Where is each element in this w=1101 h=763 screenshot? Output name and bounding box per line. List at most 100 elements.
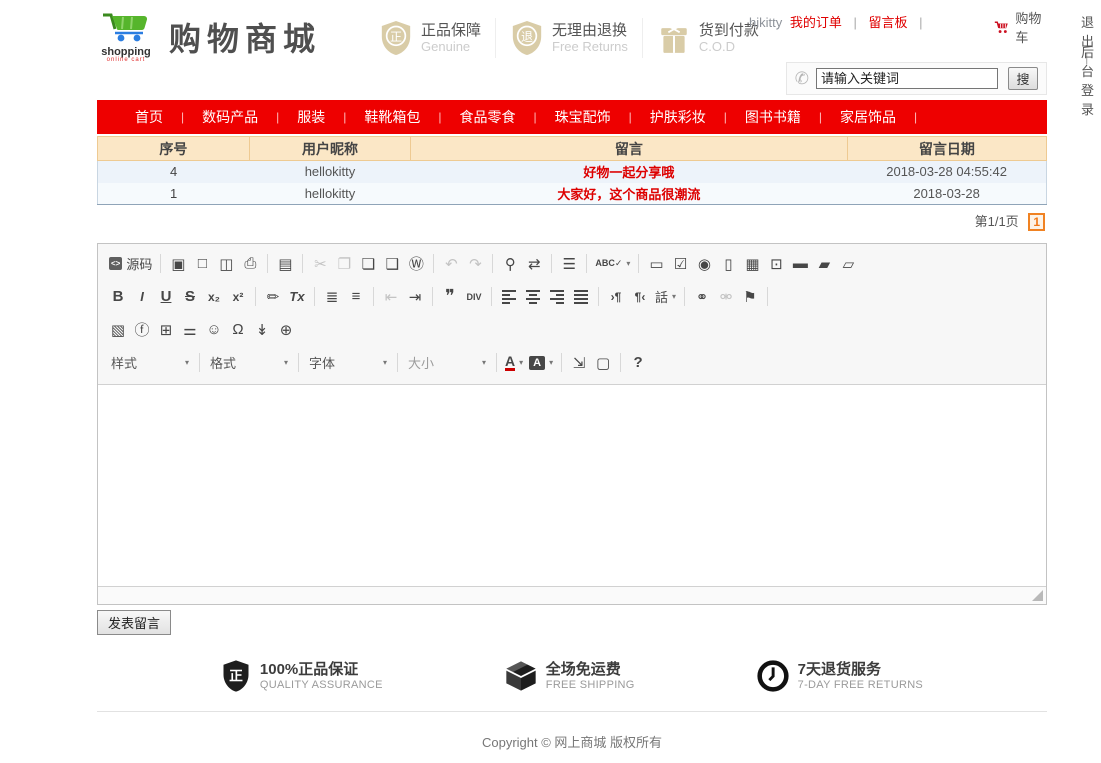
hidden-field-button[interactable]: ▱	[836, 252, 860, 276]
redo-button[interactable]: ↷	[463, 252, 487, 276]
button-field-button[interactable]: ▬	[788, 252, 812, 276]
source-button[interactable]: <> 源码	[106, 252, 155, 276]
div-container-button[interactable]: DIV	[462, 285, 486, 309]
styles-combo[interactable]: 样式 ▾	[106, 352, 194, 374]
format-combo[interactable]: 格式 ▾	[205, 352, 293, 374]
paste-word-button[interactable]: Ⓦ	[404, 252, 428, 276]
image-button-button[interactable]: ▰	[812, 252, 836, 276]
page-break-button[interactable]: ↡	[250, 318, 274, 342]
admin-login-link[interactable]: 后台登录	[1081, 45, 1094, 117]
logo[interactable]: shopping online cart 购物商城	[97, 8, 321, 63]
rich-text-editor: <> 源码 ▣ □ ◫ ⎙ ▤ ✂ ❐ ❏ ❑ Ⓦ ↶ ↷ ⚲ ⇄ ☰ ABC✓…	[97, 243, 1047, 605]
toolbar-separator	[298, 353, 299, 372]
textarea-button[interactable]: ▦	[740, 252, 764, 276]
toolbar-separator	[551, 254, 553, 273]
indent-button[interactable]: ⇥	[403, 285, 427, 309]
editor-content-area[interactable]	[98, 385, 1046, 586]
anchor-button[interactable]: ⚑	[738, 285, 762, 309]
special-char-button[interactable]: Ω	[226, 318, 250, 342]
about-button[interactable]: ?	[626, 351, 650, 375]
replace-button[interactable]: ⇄	[522, 252, 546, 276]
search-input[interactable]	[816, 68, 998, 89]
smiley-button[interactable]: ☺	[202, 318, 226, 342]
font-combo[interactable]: 字体 ▾	[304, 352, 392, 374]
justify-button[interactable]	[569, 285, 593, 309]
text-field-button[interactable]: ▯	[716, 252, 740, 276]
blockquote-button[interactable]: ❞	[438, 285, 462, 309]
text-color-button[interactable]: A ▾	[502, 351, 526, 375]
nav-item-jewelry[interactable]: 珠宝配饰	[555, 107, 611, 127]
flash-button[interactable]: ⓕ	[130, 318, 154, 342]
remove-format-button[interactable]: Tx	[285, 285, 309, 309]
paste-text-icon: ❑	[385, 255, 400, 273]
copy-button[interactable]: ❐	[332, 252, 356, 276]
resize-handle[interactable]	[1032, 590, 1043, 601]
outdent-button[interactable]: ⇤	[379, 285, 403, 309]
image-button[interactable]: ▧	[106, 318, 130, 342]
my-orders-link[interactable]: 我的订单	[790, 15, 842, 30]
toolbar-row-4: 样式 ▾ 格式 ▾ 字体 ▾ 大小 ▾ A ▾ A ▾ ⇲ ▢ ?	[106, 346, 1038, 379]
checkbox-button[interactable]: ☑	[668, 252, 692, 276]
paste-button[interactable]: ❏	[356, 252, 380, 276]
save-button[interactable]: ▣	[166, 252, 190, 276]
copy-formatting-button[interactable]: ✏	[261, 285, 285, 309]
iframe-button[interactable]: ⊕	[274, 318, 298, 342]
submit-message-button[interactable]: 发表留言	[97, 610, 172, 635]
nav-item-cosmetics[interactable]: 护肤彩妆	[650, 107, 706, 127]
size-combo[interactable]: 大小 ▾	[403, 352, 491, 374]
preview-button[interactable]: ◫	[214, 252, 238, 276]
show-blocks-button[interactable]: ▢	[591, 351, 615, 375]
bold-button[interactable]: B	[106, 285, 130, 309]
subscript-button[interactable]: x₂	[202, 285, 226, 309]
nav-item-home-decor[interactable]: 家居饰品	[840, 107, 896, 127]
text-direction-rtl-button[interactable]: ¶‹	[628, 285, 652, 309]
text-direction-ltr-button[interactable]: ›¶	[604, 285, 628, 309]
align-left-button[interactable]	[497, 285, 521, 309]
italic-button[interactable]: I	[130, 285, 154, 309]
spellcheck-button[interactable]: ABC✓ ▾	[592, 252, 633, 276]
find-button[interactable]: ⚲	[498, 252, 522, 276]
toolbar-separator	[199, 353, 200, 372]
cart-link[interactable]: 购物车	[994, 8, 1047, 46]
radio-button[interactable]: ◉	[692, 252, 716, 276]
underline-button[interactable]: U	[154, 285, 178, 309]
page-number-button[interactable]: 1	[1028, 213, 1045, 231]
cart-label: 购物车	[1015, 11, 1042, 45]
nav-item-home[interactable]: 首页	[135, 107, 163, 127]
nav-item-digital[interactable]: 数码产品	[202, 107, 258, 127]
nav-separator: |	[914, 110, 918, 124]
bullet-list-button[interactable]: ≡	[344, 285, 368, 309]
unlink-button[interactable]: ⚮	[714, 285, 738, 309]
select-all-button[interactable]: ☰	[557, 252, 581, 276]
horizontal-line-button[interactable]: ⚌	[178, 318, 202, 342]
align-center-button[interactable]	[521, 285, 545, 309]
nav-item-clothing[interactable]: 服装	[297, 107, 325, 127]
page-container: shopping online cart 购物商城 正 正品保障 Genuine	[97, 0, 1094, 763]
nav-item-food-snacks[interactable]: 食品零食	[460, 107, 516, 127]
select-field-button[interactable]: ⊡	[764, 252, 788, 276]
new-page-button[interactable]: □	[190, 252, 214, 276]
undo-button[interactable]: ↶	[439, 252, 463, 276]
numbered-list-button[interactable]: ≣	[320, 285, 344, 309]
paste-text-button[interactable]: ❑	[380, 252, 404, 276]
superscript-button[interactable]: x²	[226, 285, 250, 309]
cut-button[interactable]: ✂	[308, 252, 332, 276]
align-right-icon	[550, 289, 564, 304]
form-button[interactable]: ▭	[644, 252, 668, 276]
table-button[interactable]: ⊞	[154, 318, 178, 342]
print-button[interactable]: ⎙	[238, 252, 262, 276]
nav-item-shoes-bags[interactable]: 鞋靴箱包	[364, 107, 420, 127]
link-button[interactable]: ⚭	[690, 285, 714, 309]
feature-returns-zh: 7天退货服务	[797, 660, 882, 678]
background-color-button[interactable]: A ▾	[526, 351, 556, 375]
nav-item-books[interactable]: 图书书籍	[745, 107, 801, 127]
align-right-button[interactable]	[545, 285, 569, 309]
message-board-link[interactable]: 留言板	[869, 15, 908, 30]
strikethrough-button[interactable]: S	[178, 285, 202, 309]
templates-button[interactable]: ▤	[273, 252, 297, 276]
font-combo-label: 字体	[309, 356, 336, 371]
language-button[interactable]: 話 ▾	[652, 285, 679, 309]
maximize-button[interactable]: ⇲	[567, 351, 591, 375]
search-button[interactable]: 搜	[1008, 67, 1038, 90]
main-nav: 首页 | 数码产品 | 服装 | 鞋靴箱包 | 食品零食 | 珠宝配饰 | 护肤彩妆 | 图书…	[97, 100, 1047, 134]
